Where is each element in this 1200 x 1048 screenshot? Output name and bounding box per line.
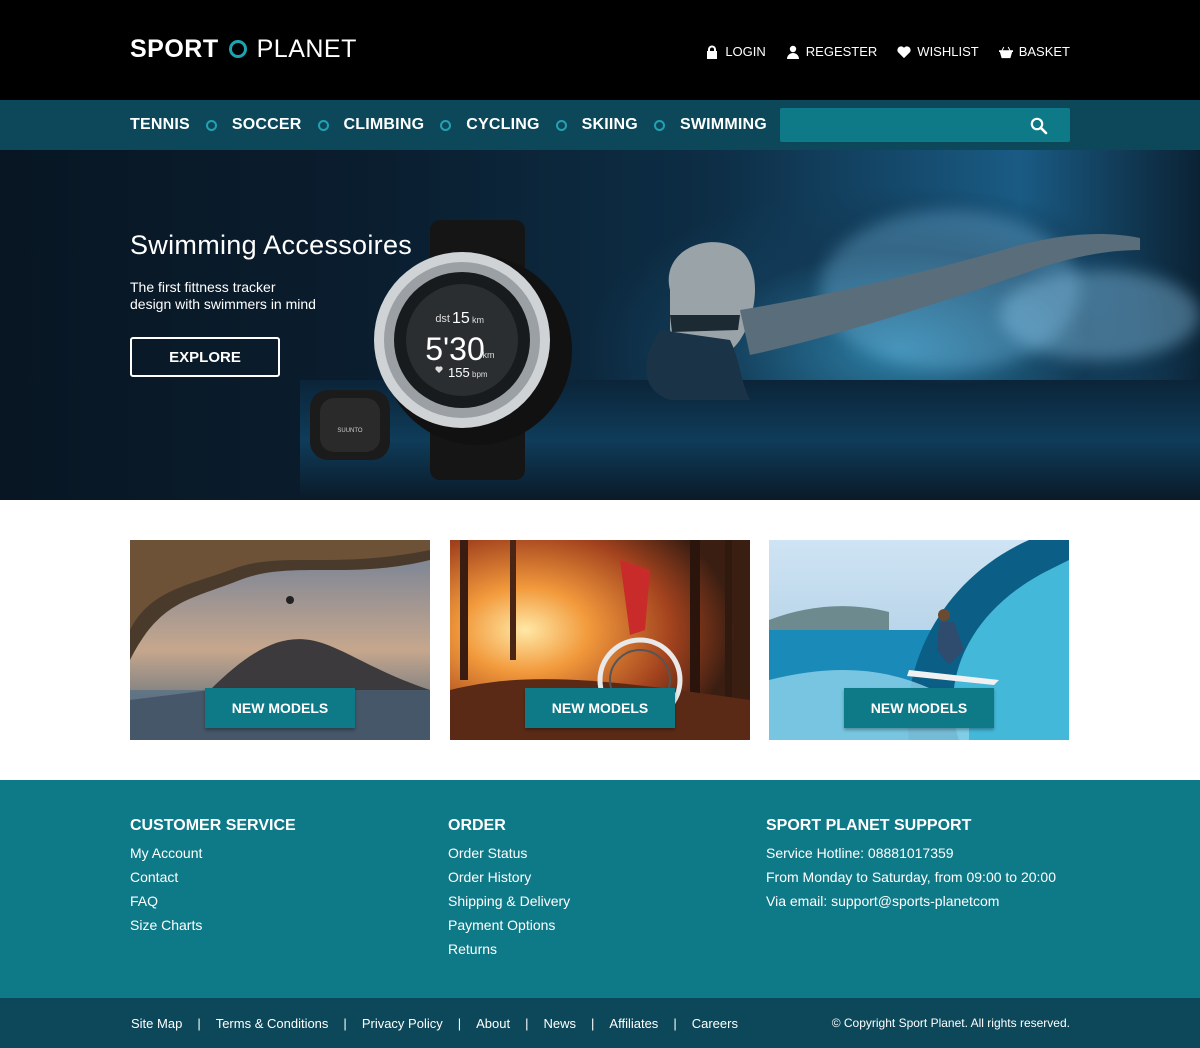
watch-pace-value: 5'30 — [425, 331, 485, 367]
watch-bpm-value: 155 — [448, 365, 470, 380]
nav-item-climbing[interactable]: CLIMBING — [344, 116, 425, 134]
new-models-button[interactable]: NEW MODELS — [525, 688, 675, 728]
footer-link-order-status[interactable]: Order Status — [448, 841, 570, 865]
nav-item-tennis[interactable]: TENNIS — [130, 116, 190, 134]
footer-link-my-account[interactable]: My Account — [130, 841, 296, 865]
footer-link-faq[interactable]: FAQ — [130, 889, 296, 913]
bottom-link-about[interactable]: About — [476, 1016, 510, 1031]
promo-tile-cycling[interactable]: NEW MODELS — [450, 540, 750, 740]
search-icon[interactable] — [1030, 117, 1048, 135]
basket-icon — [998, 46, 1013, 58]
account-links: LOGIN REGESTER WISHLIST BASKET — [705, 44, 1070, 59]
watch-brand-text: SUUNTO — [337, 428, 363, 434]
category-nav-items: TENNIS SOCCER CLIMBING CYCLING SKIING SW… — [130, 100, 767, 150]
basket-link[interactable]: BASKET — [998, 44, 1070, 59]
support-hours: From Monday to Saturday, from 09:00 to 2… — [766, 869, 1057, 885]
wishlist-link[interactable]: WISHLIST — [897, 44, 979, 59]
bottom-link-news[interactable]: News — [544, 1016, 577, 1031]
customer-service-column: CUSTOMER SERVICE My Account Contact FAQ … — [130, 817, 296, 937]
link-separator: | — [673, 1015, 677, 1031]
nav-dot-icon — [653, 119, 665, 131]
login-link[interactable]: LOGIN — [705, 44, 766, 59]
watch-dst-label: dst — [435, 313, 450, 325]
nav-item-cycling[interactable]: CYCLING — [466, 116, 539, 134]
wishlist-label: WISHLIST — [917, 44, 979, 59]
link-separator: | — [197, 1015, 201, 1031]
footer-link-size-charts[interactable]: Size Charts — [130, 913, 296, 937]
customer-service-heading: CUSTOMER SERVICE — [130, 817, 296, 834]
site-logo[interactable]: SPORT PLANET — [130, 34, 357, 64]
footer-link-shipping-delivery[interactable]: Shipping & Delivery — [448, 889, 570, 913]
bottom-link-affiliates[interactable]: Affiliates — [609, 1016, 658, 1031]
heart-icon — [897, 45, 911, 58]
nav-dot-icon — [317, 119, 329, 131]
promo-tile-surfing[interactable]: NEW MODELS — [769, 540, 1069, 740]
bottom-link-terms[interactable]: Terms & Conditions — [216, 1016, 329, 1031]
register-label: REGESTER — [805, 44, 878, 59]
site-footer: CUSTOMER SERVICE My Account Contact FAQ … — [0, 780, 1200, 998]
new-models-button[interactable]: NEW MODELS — [844, 688, 994, 728]
logo-text-bold: SPORT — [130, 34, 219, 63]
footer-link-returns[interactable]: Returns — [448, 937, 570, 961]
basket-label: BASKET — [1018, 44, 1070, 59]
nav-dot-icon — [440, 119, 452, 131]
new-models-button[interactable]: NEW MODELS — [205, 688, 355, 728]
register-link[interactable]: REGESTER — [786, 44, 878, 59]
bottom-link-site-map[interactable]: Site Map — [131, 1016, 182, 1031]
link-separator: | — [525, 1015, 529, 1031]
link-separator: | — [591, 1015, 595, 1031]
login-label: LOGIN — [725, 44, 766, 59]
explore-button[interactable]: EXPLORE — [130, 337, 280, 377]
bottom-links: Site Map | Terms & Conditions | Privacy … — [131, 998, 738, 1048]
user-icon — [786, 45, 799, 59]
nav-dot-icon — [205, 119, 217, 131]
footer-link-contact[interactable]: Contact — [130, 865, 296, 889]
nav-dot-icon — [555, 119, 567, 131]
support-column: SPORT PLANET SUPPORT Service Hotline: 08… — [766, 817, 1056, 913]
hero-banner: Swimming Accessoires The first fittness … — [0, 150, 1200, 500]
logo-ring-icon — [228, 40, 247, 58]
search-box — [780, 108, 1070, 142]
watch-dst-unit: km — [472, 315, 484, 325]
watch-dst-value: 15 — [452, 310, 470, 327]
nav-item-soccer[interactable]: SOCCER — [232, 116, 302, 134]
footer-link-order-history[interactable]: Order History — [448, 865, 570, 889]
sport-watch-image: SUUNTO dst 15 km 5'30 /km 155 bpm — [310, 220, 572, 480]
lock-icon — [707, 45, 718, 59]
nav-item-swimming[interactable]: SWIMMING — [680, 116, 767, 134]
footer-link-payment-options[interactable]: Payment Options — [448, 913, 570, 937]
watch-bpm-unit: bpm — [472, 370, 488, 379]
bottom-bar: Site Map | Terms & Conditions | Privacy … — [0, 998, 1200, 1048]
category-nav: TENNIS SOCCER CLIMBING CYCLING SKIING SW… — [0, 100, 1200, 150]
bottom-link-careers[interactable]: Careers — [692, 1016, 738, 1031]
link-separator: | — [343, 1015, 347, 1031]
support-email[interactable]: Via email: support@sports-planetcom — [766, 889, 1056, 913]
logo-text-light: PLANET — [256, 34, 357, 63]
bottom-link-privacy[interactable]: Privacy Policy — [362, 1016, 443, 1031]
promo-tiles: NEW MODELS NEW MODELS NEW MODELS — [130, 540, 1070, 740]
support-hotline: Service Hotline: 08881017359 — [766, 845, 954, 861]
search-input[interactable] — [780, 108, 1020, 142]
link-separator: | — [457, 1015, 462, 1031]
watch-pace-unit: /km — [480, 350, 495, 360]
swimmer-image — [646, 234, 1140, 400]
support-heading: SPORT PLANET SUPPORT — [766, 817, 972, 834]
promo-tile-climbing[interactable]: NEW MODELS — [130, 540, 430, 740]
nav-item-skiing[interactable]: SKIING — [582, 116, 638, 134]
order-heading: ORDER — [448, 817, 506, 834]
copyright-text: © Copyright Sport Planet. All rights res… — [831, 1016, 1070, 1030]
order-column: ORDER Order Status Order History Shippin… — [448, 817, 570, 961]
site-header: SPORT PLANET LOGIN REGESTER WISHLIST BAS… — [0, 0, 1200, 100]
